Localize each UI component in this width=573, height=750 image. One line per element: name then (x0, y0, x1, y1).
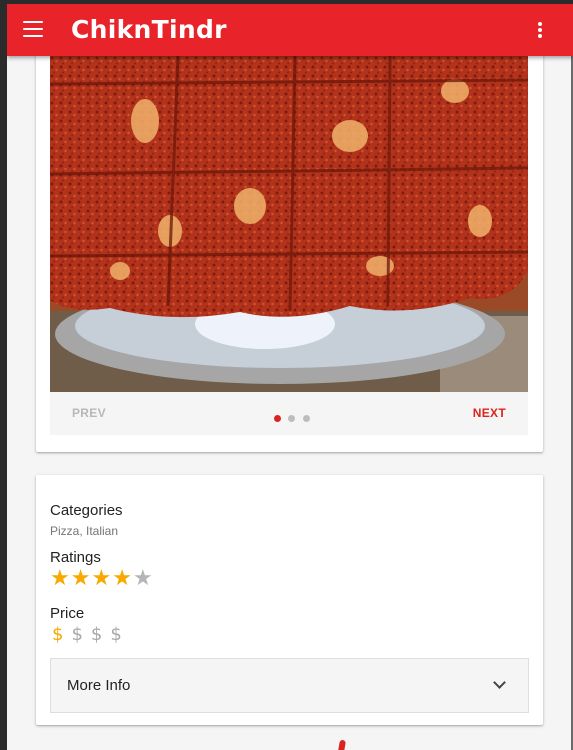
app-title: ChiknTindr (71, 15, 227, 44)
categories-value: Pizza, Italian (50, 524, 119, 538)
categories-label: Categories (50, 502, 123, 519)
star-icon: ★ (91, 565, 112, 590)
prev-button[interactable]: PREV (72, 406, 106, 420)
star-icon: ★ (112, 565, 132, 590)
dollar-icon: $ (71, 624, 83, 645)
app-frame: ChiknTindr PREV NEXT Categories Pizza, I… (7, 4, 573, 750)
next-card-peek (338, 739, 346, 750)
carousel-indicators (274, 409, 313, 422)
star-icon: ★ (70, 565, 91, 590)
dollar-icon: $ (110, 624, 122, 645)
carousel-dot-2[interactable] (288, 415, 296, 422)
price-label: Price (50, 605, 85, 622)
dollar-icon: $ (52, 624, 64, 645)
photo-carousel-card: PREV NEXT (36, 4, 543, 452)
hamburger-menu-icon[interactable] (23, 21, 43, 39)
more-vert-icon[interactable] (537, 22, 543, 40)
price-level: $ $ $ $ (52, 624, 130, 645)
carousel-controls: PREV NEXT (50, 392, 528, 435)
dollar-icon: $ (90, 624, 103, 645)
star-icon: ★ (50, 565, 70, 590)
carousel-dot-1[interactable] (274, 415, 281, 422)
ratings-label: Ratings (50, 549, 101, 566)
chevron-down-icon (493, 676, 506, 689)
restaurant-info-card: Categories Pizza, Italian Ratings ★★★★★ … (36, 475, 543, 725)
restaurant-photo[interactable] (50, 56, 528, 392)
more-info-label: More Info (67, 677, 131, 694)
star-icon: ★ (132, 565, 153, 590)
pizza-image (50, 56, 528, 392)
carousel-dot-3[interactable] (302, 415, 310, 422)
more-info-expander[interactable]: More Info (50, 658, 529, 713)
app-bar: ChiknTindr (7, 4, 573, 56)
rating-stars: ★★★★★ (50, 567, 154, 591)
next-button[interactable]: NEXT (473, 406, 506, 420)
